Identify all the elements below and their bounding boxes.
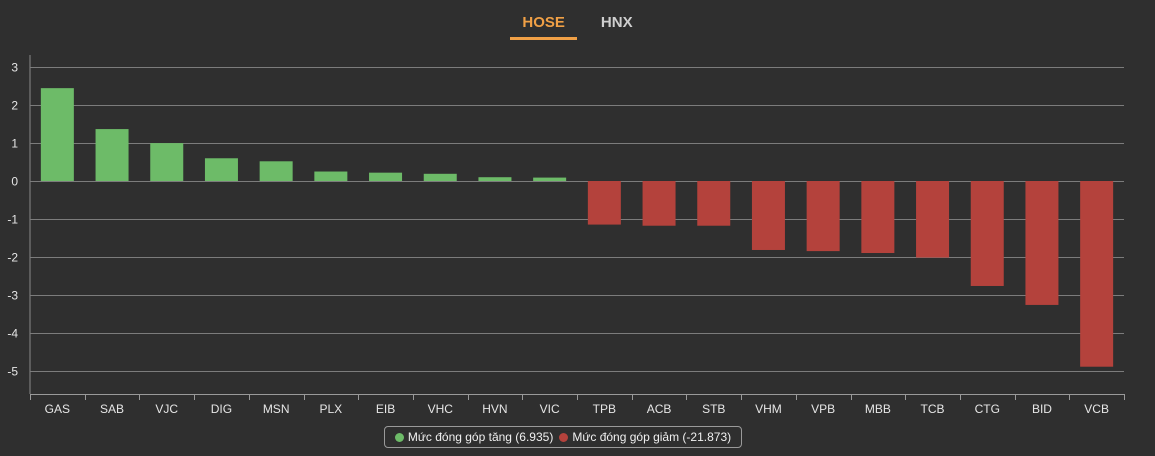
decrease-dot-icon	[559, 432, 569, 442]
x-tick-label: VPB	[811, 402, 835, 416]
x-tick-label: BID	[1032, 402, 1052, 416]
x-tick-label: VHC	[428, 402, 454, 416]
x-tick-label: TPB	[593, 402, 616, 416]
bar-ctg	[970, 181, 1004, 286]
x-tick-label: VCB	[1084, 402, 1109, 416]
bar-mbb	[861, 181, 895, 254]
legend-item-decrease[interactable]: Mức đóng góp giảm (-21.873)	[559, 430, 731, 444]
x-tick-label: ACB	[647, 402, 672, 416]
bar-tpb	[587, 181, 621, 225]
increase-dot-icon	[394, 432, 404, 442]
bar-vic	[533, 177, 567, 181]
x-tick-label: GAS	[45, 402, 70, 416]
bar-sab	[95, 129, 129, 181]
bar-hvn	[478, 177, 512, 181]
bar-bid	[1025, 181, 1059, 305]
x-tick-label: MBB	[865, 402, 891, 416]
bar-dig	[204, 158, 238, 181]
bar-vhm	[751, 181, 785, 250]
legend-label-increase: Mức đóng góp tăng (6.935)	[407, 430, 554, 444]
bar-vhc	[423, 173, 457, 181]
bar-vjc	[150, 143, 184, 181]
y-tick-label: -3	[7, 289, 18, 303]
y-tick-label: -4	[7, 327, 18, 341]
x-tick-label: VIC	[540, 402, 560, 416]
legend-item-increase[interactable]: Mức đóng góp tăng (6.935)	[394, 430, 554, 444]
bar-stb	[697, 181, 731, 226]
x-tick-label: MSN	[263, 402, 290, 416]
x-tick-label: EIB	[376, 402, 395, 416]
y-tick-label: -5	[7, 365, 18, 379]
y-tick-label: 2	[11, 99, 18, 113]
x-tick-label: SAB	[100, 402, 124, 416]
bar-eib	[369, 172, 403, 181]
y-tick-label: 0	[11, 175, 18, 189]
bar-acb	[642, 181, 676, 226]
legend-label-decrease: Mức đóng góp giảm (-21.873)	[572, 430, 732, 444]
x-tick-label: STB	[702, 402, 725, 416]
y-tick-label: -2	[7, 251, 18, 265]
y-tick-label: 1	[11, 137, 18, 151]
x-tick-label: VHM	[755, 402, 782, 416]
bar-vcb	[1080, 181, 1114, 367]
x-tick-label: PLX	[320, 402, 343, 416]
y-tick-label: 3	[11, 61, 18, 75]
contribution-bar-chart: 3 2 1 0 -1 -2 -3 -4 -5 GAS SAB VJC DIG MSN PLX EIB VHC HV…	[7, 55, 1125, 416]
x-tick-label: VJC	[155, 402, 178, 416]
y-tick-label: -1	[7, 213, 18, 227]
x-tick-label: TCB	[921, 402, 945, 416]
bar-tcb	[916, 181, 950, 258]
bar-vpb	[806, 181, 840, 252]
bar-plx	[314, 171, 348, 181]
x-tick-label: HVN	[482, 402, 507, 416]
bar-gas	[40, 88, 74, 181]
bar-msn	[259, 161, 293, 181]
chart-legend: Mức đóng góp tăng (6.935) Mức đóng góp g…	[384, 426, 742, 448]
x-tick-label: DIG	[211, 402, 232, 416]
x-tick-label: CTG	[975, 402, 1000, 416]
